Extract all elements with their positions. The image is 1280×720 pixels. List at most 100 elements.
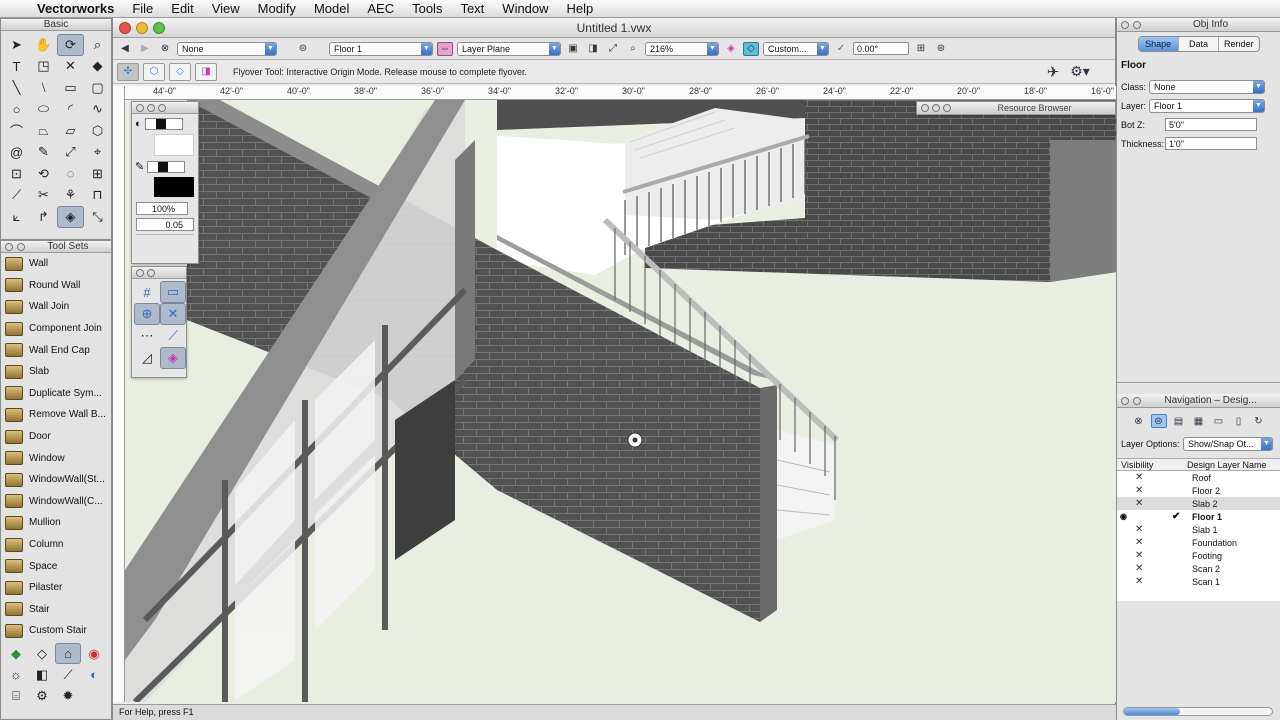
plane-icon[interactable]: ⇔ — [437, 41, 453, 56]
standard-view-select[interactable]: Custom... ▼ — [763, 41, 829, 56]
vertical-ruler[interactable] — [113, 86, 125, 702]
lighting-toolset-icon[interactable]: ☼ — [3, 664, 29, 685]
toolset-item-column[interactable]: Column — [1, 534, 111, 556]
projection-icon[interactable]: ◇ — [743, 41, 759, 56]
fasteners-toolset-icon[interactable]: ⚙ — [29, 685, 55, 706]
fillet-tool-icon[interactable]: ⊓ — [84, 185, 111, 207]
toolset-item-wall-end-cap[interactable]: Wall End Cap — [1, 339, 111, 361]
mirror-tool-icon[interactable]: ◌ — [57, 163, 84, 185]
snap-to-intersection-icon[interactable]: ✕ — [160, 303, 186, 325]
references-tab-icon[interactable]: ▯ — [1231, 414, 1247, 428]
menu-modify[interactable]: Modify — [249, 1, 305, 16]
menu-aec[interactable]: AEC — [358, 1, 403, 16]
eye-icon[interactable]: ◉ — [1120, 512, 1127, 521]
menu-file[interactable]: File — [123, 1, 162, 16]
minimize-icon[interactable] — [147, 103, 155, 112]
minimize-icon[interactable] — [147, 268, 155, 277]
active-layer-select[interactable]: Floor 1 ▼ — [329, 41, 433, 56]
gear-toolset-icon[interactable]: ✹ — [55, 685, 81, 706]
toolset-item-door[interactable]: Door — [1, 426, 111, 448]
chamfer-tool-icon[interactable]: ↱ — [30, 206, 57, 228]
invisible-icon[interactable]: ✕ — [1135, 537, 1143, 548]
sheet-icon[interactable]: ▣ — [565, 42, 581, 56]
toolset-item-space[interactable]: Space — [1, 555, 111, 577]
close-icon[interactable] — [136, 103, 144, 112]
minimize-icon[interactable] — [1133, 396, 1141, 405]
toolset-item-wall[interactable]: Wall — [1, 253, 111, 275]
fill-swatch[interactable] — [154, 134, 194, 156]
view-mode-icon[interactable]: ◨ — [195, 62, 217, 81]
invisible-icon[interactable]: ✕ — [1135, 485, 1143, 496]
locus-tool-icon[interactable]: ✕ — [57, 56, 84, 78]
tab-data[interactable]: Data — [1178, 37, 1220, 51]
text-tool-icon[interactable]: T — [3, 56, 30, 78]
viewports-tab-icon[interactable]: ▦ — [1191, 414, 1207, 428]
layer-row-slab-1[interactable]: ✕ Slab 1 — [1117, 523, 1280, 536]
layer-row-roof[interactable]: ✕ Roof — [1117, 471, 1280, 484]
zoom-icon[interactable] — [158, 103, 166, 112]
close-icon[interactable] — [5, 242, 13, 251]
layer-row-scan-2[interactable]: ✕ Scan 2 — [1117, 562, 1280, 575]
arc-tool-icon[interactable]: ◜ — [57, 99, 84, 121]
offset-tool-icon[interactable]: ⊞ — [84, 163, 111, 185]
layer-row-foundation[interactable]: ✕ Foundation — [1117, 536, 1280, 549]
toolset-item-component-join[interactable]: Component Join — [1, 318, 111, 340]
visualization-toolset-icon[interactable]: ◉ — [81, 643, 107, 664]
site-toolset-icon[interactable]: ◇ — [29, 643, 55, 664]
menu-window[interactable]: Window — [493, 1, 557, 16]
close-icon[interactable] — [921, 104, 929, 112]
snap-to-grid-icon[interactable]: # — [134, 281, 160, 303]
snap-to-object-icon[interactable]: ▭ — [160, 281, 186, 303]
zoom-fit-icon[interactable]: ⤢ — [605, 42, 621, 56]
toolset-item-wall-join[interactable]: Wall Join — [1, 296, 111, 318]
snap-to-distance-icon[interactable]: ⋯ — [134, 325, 160, 347]
zoom-tool-icon[interactable]: ⌕ — [84, 34, 111, 56]
close-icon[interactable] — [136, 268, 144, 277]
invisible-icon[interactable]: ✕ — [1135, 576, 1143, 587]
tab-render[interactable]: Render — [1219, 37, 1259, 51]
freehand-tool-icon[interactable]: ∿ — [84, 99, 111, 121]
toolset-item-windowwall-st[interactable]: WindowWall(St... — [1, 469, 111, 491]
polyline-tool-icon[interactable]: ⌒ — [3, 120, 30, 142]
zoom-icon[interactable]: ⌕ — [625, 42, 641, 56]
toolset-item-pilaster[interactable]: Pilaster — [1, 577, 111, 599]
drawing-canvas[interactable] — [125, 100, 1117, 702]
menu-text[interactable]: Text — [451, 1, 493, 16]
3d-modeling-toolset-icon[interactable]: ◧ — [29, 664, 55, 685]
toolset-item-stair[interactable]: Stair — [1, 599, 111, 621]
3d-locus-tool-icon[interactable]: ◆ — [84, 56, 111, 78]
app-menu[interactable]: Vectorworks — [28, 1, 123, 16]
pen-swatch[interactable] — [154, 177, 194, 197]
dimension-toolset-icon[interactable]: ⟋ — [55, 664, 81, 685]
active-class-select[interactable]: None ▼ — [177, 41, 277, 56]
split-tool-icon[interactable]: ⟋ — [3, 185, 30, 207]
render-mode-icon[interactable]: ◨ — [585, 42, 601, 56]
zoom-icon[interactable] — [943, 104, 951, 112]
reshape-tool-icon[interactable]: ⊡ — [3, 163, 30, 185]
navigation-scrollbar[interactable] — [1123, 707, 1273, 716]
sheet-layers-tab-icon[interactable]: ▤ — [1171, 414, 1187, 428]
minimize-icon[interactable] — [932, 104, 940, 112]
layer-options-select[interactable]: Show/Snap Ot... ▼ — [1183, 436, 1273, 451]
cube-mode-icon[interactable]: ⬡ — [143, 62, 165, 81]
layer-row-floor-2[interactable]: ✕ Floor 2 — [1117, 484, 1280, 497]
menu-edit[interactable]: Edit — [162, 1, 202, 16]
pen-style-select[interactable] — [147, 160, 186, 173]
visibility-tool-icon[interactable]: ⌖ — [84, 142, 111, 164]
double-line-tool-icon[interactable]: ⧵ — [30, 77, 57, 99]
flyover-tool-icon[interactable]: ⟳ — [57, 34, 84, 56]
tool-preferences-gear-icon[interactable]: ⚙▾ — [1065, 63, 1095, 79]
menu-view[interactable]: View — [203, 1, 249, 16]
eyedropper-tool-icon[interactable]: ✎ — [30, 142, 57, 164]
snap-to-angle-icon[interactable]: ⊕ — [134, 303, 160, 325]
measure-tool-icon[interactable]: ⤡ — [84, 206, 111, 228]
menu-tools[interactable]: Tools — [403, 1, 451, 16]
double-polygon-tool-icon[interactable]: ⏥ — [57, 120, 84, 142]
callout-tool-icon[interactable]: ◳ — [30, 56, 57, 78]
horizontal-ruler[interactable]: 44'-0" 42'-0" 40'-0" 38'-0" 36'-0" 34'-0… — [125, 86, 1117, 100]
flyover-tool-icon[interactable]: ✈ — [1045, 64, 1061, 81]
close-icon[interactable] — [1121, 20, 1129, 29]
render-tool-icon[interactable]: ◈ — [57, 206, 84, 228]
rectangle-tool-icon[interactable]: ▭ — [57, 77, 84, 99]
back-icon[interactable]: ◀ — [117, 42, 133, 56]
